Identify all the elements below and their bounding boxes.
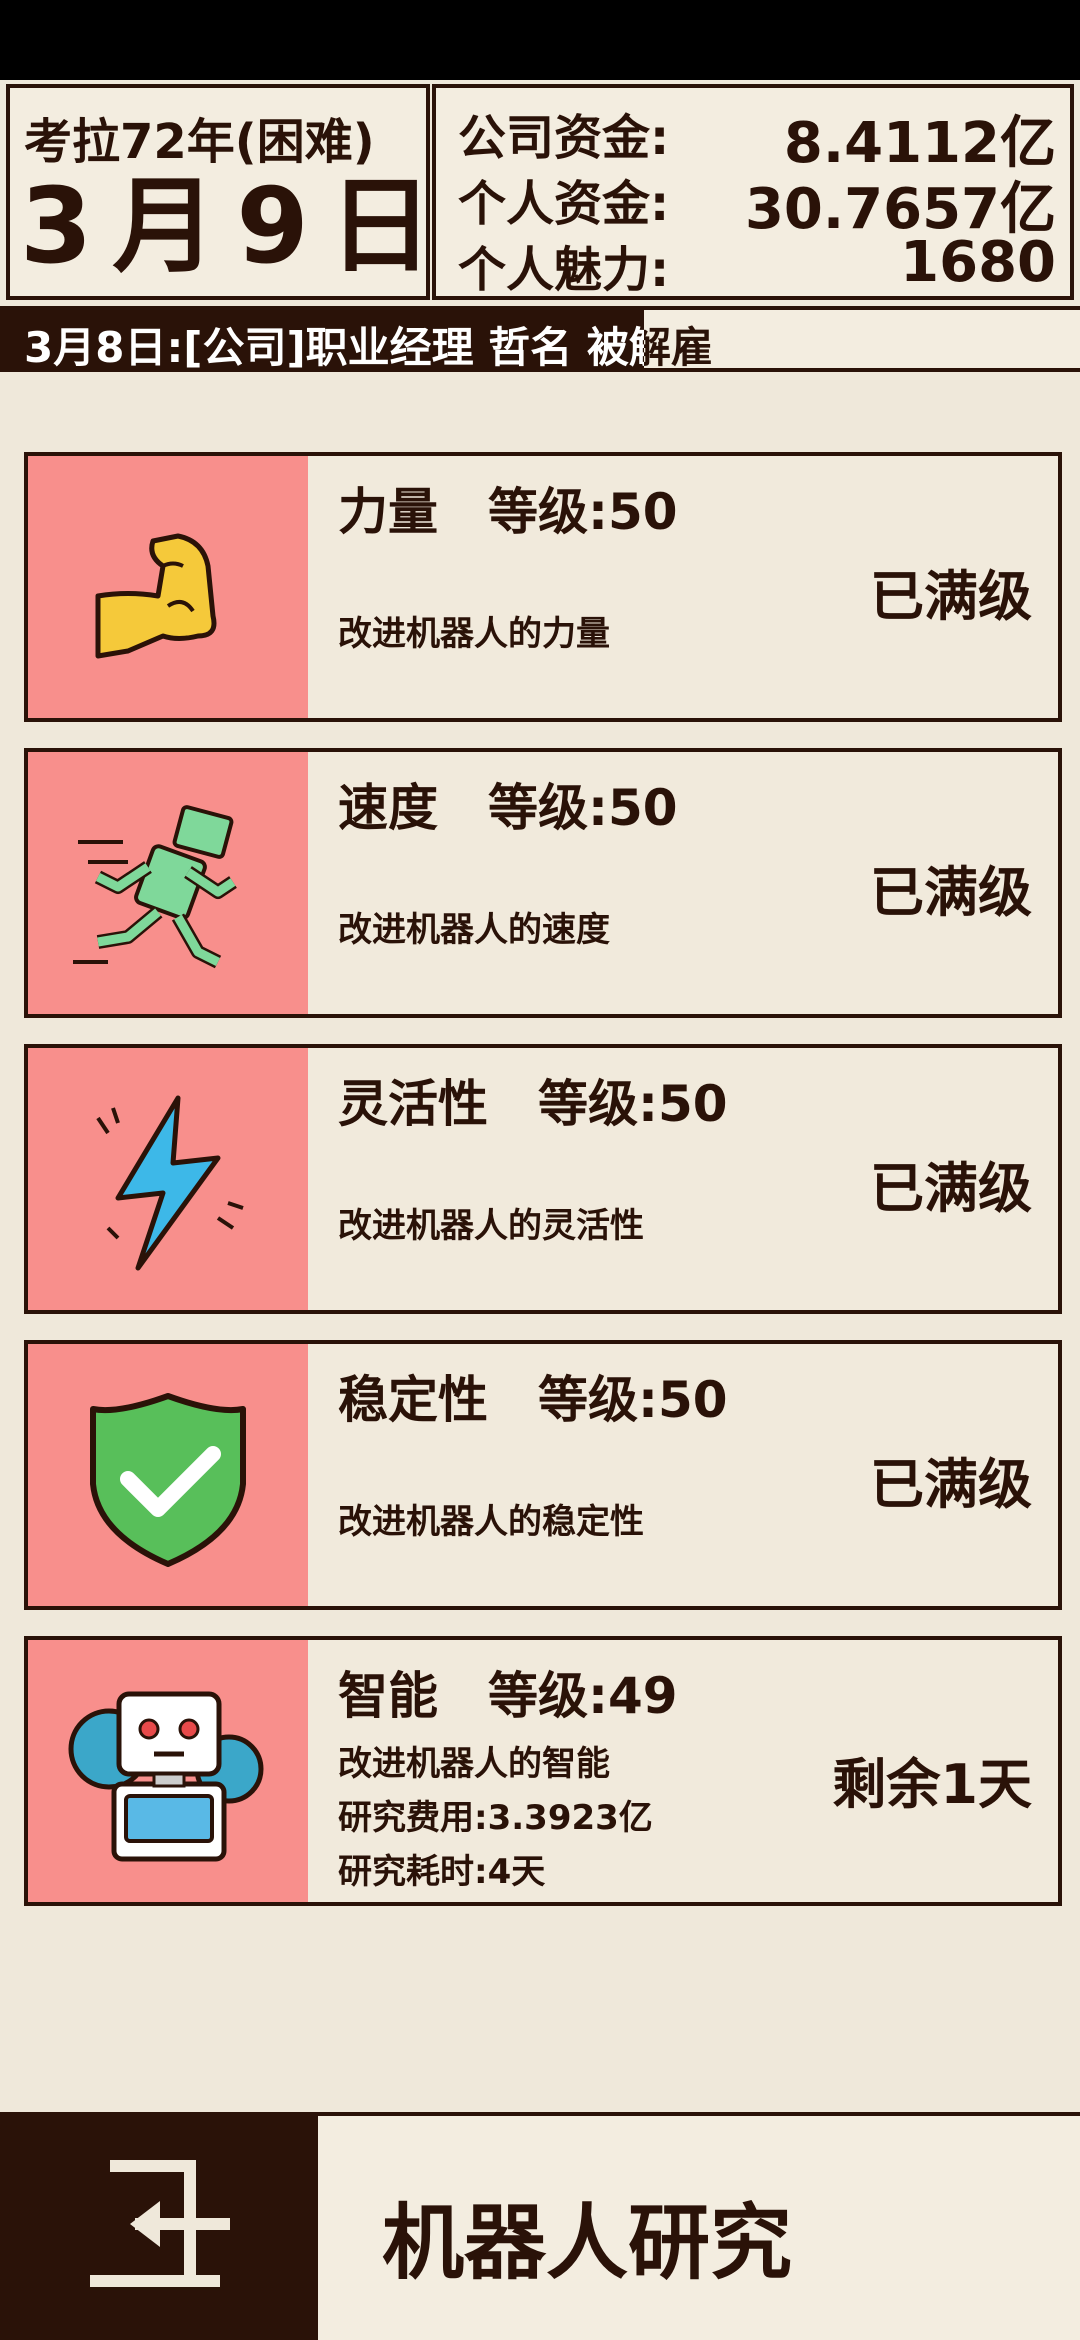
card-status: 已满级 xyxy=(870,1453,1032,1516)
card-title: 智能 xyxy=(338,1667,438,1725)
personal-funds-row: 个人资金: 30.7657亿 xyxy=(458,164,1056,242)
current-date: 3月9日 xyxy=(20,165,453,287)
robot-gear-icon xyxy=(68,1691,264,1862)
card-description: 改进机器人的稳定性 xyxy=(338,1502,644,1542)
bottom-bar: 机器人研究 xyxy=(0,2112,1080,2340)
research-card-speed[interactable]: 速度 等级:50 改进机器人的速度 已满级 xyxy=(24,748,1062,1018)
card-level: 等级:50 xyxy=(538,1371,728,1429)
funds-panel: 公司资金: 8.4112亿 个人资金: 30.7657亿 个人魅力: 1680 xyxy=(432,84,1074,300)
card-title: 灵活性 xyxy=(338,1075,488,1133)
research-card-intelligence[interactable]: 智能 等级:49 改进机器人的智能 研究费用:3.3923亿 研究耗时:4天 剩余… xyxy=(24,1636,1062,1906)
research-time: 研究耗时:4天 xyxy=(338,1852,546,1892)
status-bar xyxy=(0,0,1080,80)
card-status: 已满级 xyxy=(870,1157,1032,1220)
card-title: 稳定性 xyxy=(338,1371,488,1429)
card-status: 已满级 xyxy=(870,565,1032,628)
card-description: 改进机器人的速度 xyxy=(338,910,610,950)
personal-funds-label: 个人资金: xyxy=(458,176,670,232)
card-description: 改进机器人的灵活性 xyxy=(338,1206,644,1246)
exit-door-icon xyxy=(90,2160,230,2287)
date-panel: 考拉72年(困难) 3月9日 xyxy=(6,84,453,300)
ticker-text: 3月8日:[公司]职业经理 哲名 被解雇 xyxy=(24,314,713,375)
research-cost: 研究费用:3.3923亿 xyxy=(338,1798,653,1838)
company-funds-row: 公司资金: 8.4112亿 xyxy=(458,98,1056,176)
card-description: 改进机器人的力量 xyxy=(338,614,610,654)
card-level: 等级:50 xyxy=(488,779,678,837)
research-card-agility[interactable]: 灵活性 等级:50 改进机器人的灵活性 已满级 xyxy=(24,1044,1062,1314)
charm-value: 1680 xyxy=(900,230,1056,295)
lightning-icon xyxy=(96,1095,244,1271)
running-robot-icon xyxy=(73,805,237,969)
page-title: 机器人研究 xyxy=(382,2196,793,2291)
back-button[interactable] xyxy=(0,2116,318,2340)
charm-row: 个人魅力: 1680 xyxy=(458,230,1056,298)
card-status: 剩余1天 xyxy=(832,1753,1032,1816)
company-funds-label: 公司资金: xyxy=(458,110,670,166)
news-ticker: 3月8日:[公司]职业经理 哲名 被解雇 xyxy=(0,306,1080,372)
muscle-arm-icon xyxy=(95,533,217,659)
charm-label: 个人魅力: xyxy=(458,242,670,298)
card-status: 已满级 xyxy=(870,861,1032,924)
research-card-stability[interactable]: 稳定性 等级:50 改进机器人的稳定性 已满级 xyxy=(24,1340,1062,1610)
card-description: 改进机器人的智能 xyxy=(338,1744,610,1784)
shield-check-icon xyxy=(90,1393,246,1567)
era-label: 考拉72年(困难) xyxy=(24,114,375,170)
card-level: 等级:50 xyxy=(538,1075,728,1133)
research-card-strength[interactable]: 力量 等级:50 改进机器人的力量 已满级 xyxy=(24,452,1062,722)
card-level: 等级:50 xyxy=(488,483,678,541)
card-title: 速度 xyxy=(338,779,438,837)
card-title: 力量 xyxy=(338,483,438,541)
card-level: 等级:49 xyxy=(488,1667,678,1725)
